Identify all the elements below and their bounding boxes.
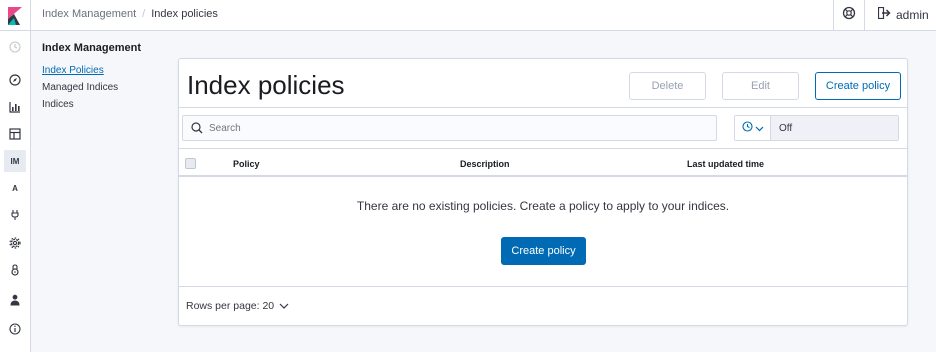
logout-icon — [877, 6, 891, 22]
edit-button[interactable]: Edit — [722, 72, 799, 100]
refresh-interval-value: Off — [771, 116, 898, 140]
management-gear-icon[interactable] — [4, 232, 26, 254]
menu-item-index-policies[interactable]: Index Policies — [42, 64, 118, 81]
refresh-interval-button[interactable] — [735, 116, 771, 140]
table-header-divider — [179, 175, 907, 177]
section-title: Index Management — [42, 42, 142, 54]
header-divider — [179, 107, 907, 108]
breadcrumb-separator: / — [142, 8, 146, 20]
menu-item-indices[interactable]: Indices — [42, 98, 118, 115]
page-title: Index policies — [187, 70, 345, 100]
pager-divider — [179, 286, 907, 287]
create-policy-button[interactable]: Create policy — [815, 72, 901, 100]
column-description[interactable]: Description — [460, 159, 510, 169]
clock-icon — [741, 119, 753, 137]
rows-per-page-control[interactable]: Rows per page: 20 — [186, 300, 289, 312]
breadcrumb-index-policies: Index policies — [151, 8, 218, 20]
breadcrumb-index-management[interactable]: Index Management — [42, 8, 136, 20]
alerting-nav-item[interactable]: A — [4, 177, 26, 199]
search-icon — [191, 122, 203, 134]
dev-tools-icon[interactable] — [4, 204, 26, 226]
top-header: Index Management / Index policies admin — [0, 0, 936, 31]
empty-create-policy-button[interactable]: Create policy — [501, 237, 586, 265]
help-button[interactable] — [833, 0, 865, 31]
recent-clock-icon[interactable] — [4, 36, 26, 58]
index-management-menu: Index Policies Managed Indices Indices — [42, 64, 118, 115]
user-name: admin — [896, 7, 929, 22]
info-icon[interactable] — [4, 318, 26, 340]
visualize-chart-icon[interactable] — [4, 96, 26, 118]
policies-panel: Index policies Delete Edit Create policy… — [178, 58, 908, 326]
help-icon — [842, 6, 856, 25]
index-management-nav-item[interactable]: IM — [4, 150, 26, 172]
user-menu[interactable]: admin — [877, 6, 929, 22]
rows-per-page-label: Rows per page: 20 — [186, 300, 275, 312]
column-last-updated-time[interactable]: Last updated time — [687, 159, 764, 169]
security-lock-icon[interactable] — [4, 259, 26, 281]
chevron-down-icon — [279, 300, 289, 312]
select-all-checkbox[interactable] — [185, 158, 196, 169]
delete-button[interactable]: Delete — [629, 72, 706, 100]
discover-compass-icon[interactable] — [4, 69, 26, 91]
refresh-control: Off — [734, 115, 899, 141]
table-header: Policy Description Last updated time — [179, 154, 907, 174]
kibana-logo[interactable] — [0, 0, 31, 31]
search-input[interactable] — [209, 122, 689, 134]
toolbar-divider — [179, 148, 907, 149]
menu-item-managed-indices[interactable]: Managed Indices — [42, 81, 118, 98]
chevron-down-icon — [755, 119, 764, 137]
search-box[interactable] — [182, 115, 717, 141]
column-policy[interactable]: Policy — [233, 159, 260, 169]
empty-state-message: There are no existing policies. Create a… — [356, 199, 730, 213]
breadcrumb: Index Management / Index policies — [42, 8, 218, 20]
user-icon[interactable] — [4, 289, 26, 311]
dashboard-icon[interactable] — [4, 123, 26, 145]
side-nav: IM A — [0, 31, 31, 352]
